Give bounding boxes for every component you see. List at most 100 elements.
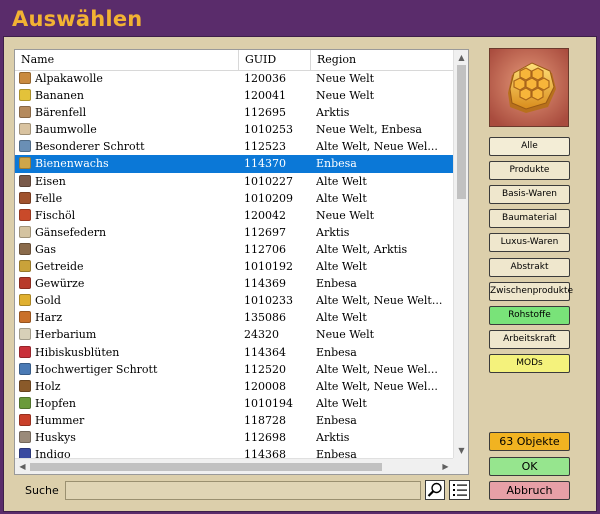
list-row[interactable]: Bienenwachs 114370 Enbesa [15,155,453,173]
search-input[interactable] [65,481,421,500]
resource-icon [19,208,31,221]
filter-button-luxus-waren[interactable]: Luxus-Waren [489,233,570,252]
list-row[interactable]: Hochwertiger Schrott 112520 Alte Welt, Neu… [15,361,453,378]
resource-icon [19,396,31,409]
filter-button-rohstoffe[interactable]: Rohstoffe [489,306,570,325]
list-row[interactable]: Holz 120008 Alte Welt, Neue Wel... [15,378,453,395]
region-cell: Arktis [316,106,350,120]
region-cell: Alte Welt [316,260,367,274]
guid-cell: 112523 [244,140,286,154]
region-cell: Neue Welt [316,89,375,103]
list-rows: Alpakawolle 120036 Neue Welt Bananen 120041 N… [15,70,453,463]
guid-cell: 112695 [244,106,286,120]
list-row[interactable]: Fischöl 120042 Neue Welt [15,207,453,224]
guid-cell: 114369 [244,277,286,291]
list-row[interactable]: Bananen 120041 Neue Welt [15,87,453,104]
list-row[interactable]: Gewürze 114369 Enbesa [15,275,453,292]
scroll-left-icon[interactable]: ◀ [15,459,30,474]
cancel-button[interactable]: Abbruch [489,481,570,500]
column-header-region[interactable]: Region [311,50,453,70]
list-row[interactable]: Getreide 1010192 Alte Welt [15,258,453,275]
resource-icon [19,311,31,324]
resource-icon [19,242,31,255]
filter-button-baumaterial[interactable]: Baumaterial [489,209,570,228]
resource-icon [19,157,31,170]
list-row[interactable]: Bärenfell 112695 Arktis [15,104,453,121]
list-row[interactable]: Gas 112706 Alte Welt, Arktis [15,241,453,258]
filter-button-mods[interactable]: MODs [489,354,570,373]
name-cell: Felle [35,191,63,205]
filter-button-abstrakt[interactable]: Abstrakt [489,258,570,277]
resource-icon [19,72,31,84]
name-cell: Eisen [35,174,66,188]
list-row[interactable]: Eisen 1010227 Alte Welt [15,173,453,190]
search-button[interactable] [425,480,445,500]
horizontal-scroll-thumb[interactable] [30,463,382,471]
resource-icon [19,362,31,375]
horizontal-scrollbar[interactable]: ◀ ▶ [15,458,453,474]
guid-cell: 1010192 [244,260,293,274]
list-row[interactable]: Hummer 118728 Enbesa [15,412,453,429]
name-cell: Huskys [35,430,76,444]
column-header-name[interactable]: Name [15,50,239,70]
resource-icon [19,328,31,341]
region-cell: Neue Welt, Enbesa [316,123,422,137]
resource-icon [19,225,31,238]
guid-cell: 120042 [244,208,286,222]
name-cell: Besonderer Schrott [35,140,145,154]
resource-icon [19,89,31,102]
resource-icon [19,430,31,443]
selected-item-preview [489,48,569,127]
region-cell: Enbesa [316,277,357,291]
name-cell: Hochwertiger Schrott [35,362,158,376]
list-row[interactable]: Hibiskusblüten 114364 Enbesa [15,344,453,361]
resource-icon [19,277,31,290]
ok-button[interactable]: OK [489,457,570,476]
list-icon [453,484,467,496]
honeycomb-icon [490,49,568,126]
list-row[interactable]: Huskys 112698 Arktis [15,429,453,446]
vertical-scroll-thumb[interactable] [457,65,466,199]
vertical-scrollbar[interactable]: ▲ ▼ [453,50,468,458]
list-view-button[interactable] [449,480,470,500]
resource-icon [19,140,31,153]
list-row[interactable]: Gold 1010233 Alte Welt, Neue Welt... [15,292,453,309]
scroll-up-icon[interactable]: ▲ [454,50,468,65]
list-row[interactable]: Herbarium 24320 Neue Welt [15,326,453,343]
list-row[interactable]: Hopfen 1010194 Alte Welt [15,395,453,412]
column-header-guid[interactable]: GUID [239,50,311,70]
region-cell: Enbesa [316,345,357,359]
guid-cell: 114370 [244,157,286,171]
resource-list[interactable]: Name GUID Region Alpakawolle 120036 Neue W… [14,49,469,475]
list-row[interactable]: Felle 1010209 Alte Welt [15,190,453,207]
list-row[interactable]: Besonderer Schrott 112523 Alte Welt, Neue … [15,138,453,155]
filter-button-alle[interactable]: Alle [489,137,570,156]
guid-cell: 118728 [244,413,286,427]
filter-button-zwischenprodukte[interactable]: Zwischenprodukte [489,282,573,301]
resource-icon [19,294,31,307]
resource-icon [19,174,31,187]
name-cell: Gold [35,294,61,308]
list-row[interactable]: Alpakawolle 120036 Neue Welt [15,70,453,87]
list-row[interactable]: Gänsefedern 112697 Arktis [15,224,453,241]
region-cell: Alte Welt [316,174,367,188]
filter-button-arbeitskraft[interactable]: Arbeitskraft [489,330,570,349]
scroll-down-icon[interactable]: ▼ [454,443,468,458]
guid-cell: 112698 [244,430,286,444]
guid-cell: 24320 [244,328,279,342]
guid-cell: 120041 [244,89,286,103]
list-row[interactable]: Baumwolle 1010253 Neue Welt, Enbesa [15,121,453,138]
region-cell: Neue Welt [316,72,375,85]
filter-button-produkte[interactable]: Produkte [489,161,570,180]
region-cell: Neue Welt [316,328,375,342]
region-cell: Alte Welt, Neue Welt... [316,294,443,308]
name-cell: Hummer [35,413,85,427]
name-cell: Baumwolle [35,123,97,137]
object-count-badge: 63 Objekte [489,432,570,451]
region-cell: Enbesa [316,157,357,171]
list-row[interactable]: Harz 135086 Alte Welt [15,309,453,326]
window-title: Auswählen [12,7,143,31]
name-cell: Gänsefedern [35,225,107,239]
filter-button-basis-waren[interactable]: Basis-Waren [489,185,570,204]
scroll-right-icon[interactable]: ▶ [438,459,453,474]
